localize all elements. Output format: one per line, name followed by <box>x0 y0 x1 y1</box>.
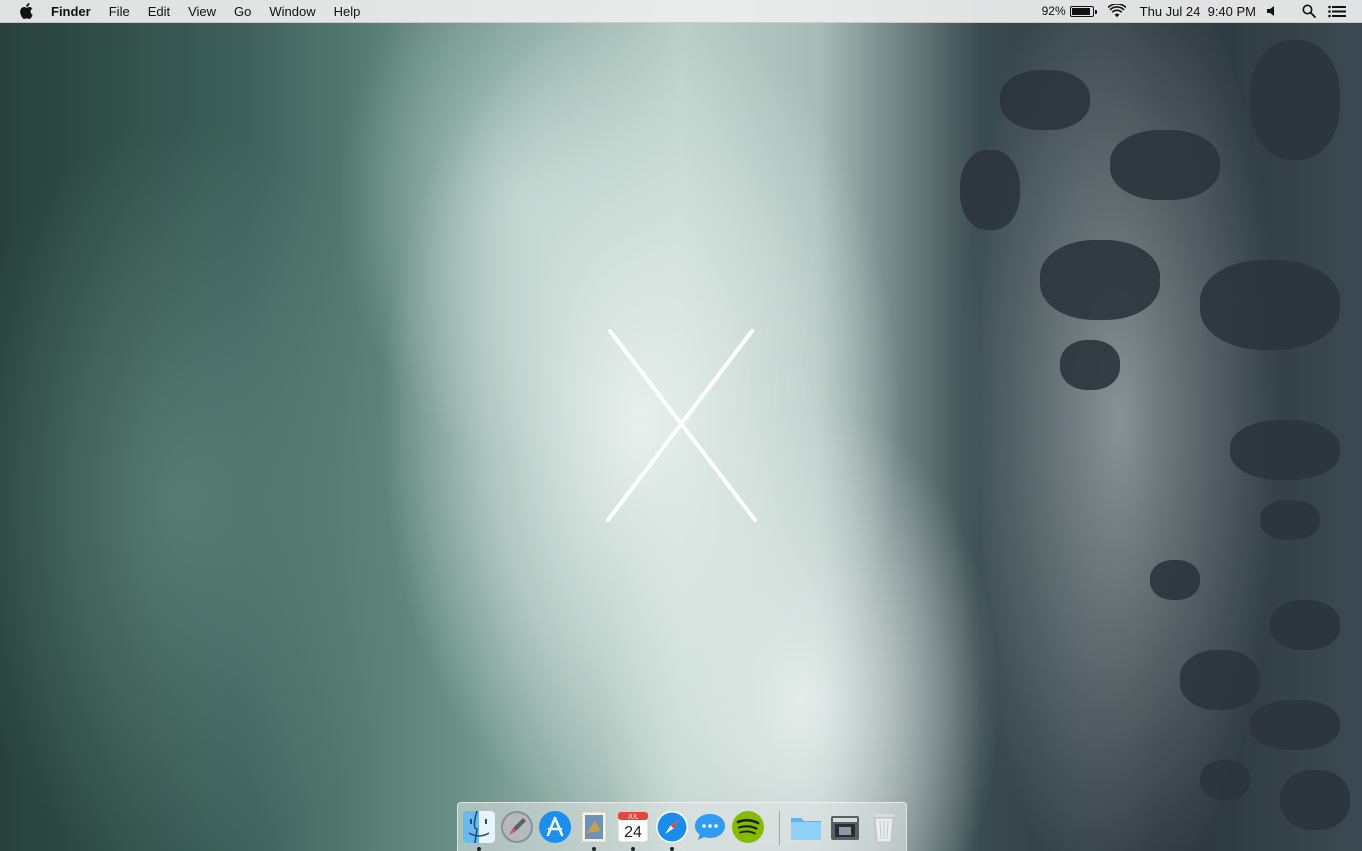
finder-running-indicator <box>477 847 481 851</box>
spotify-icon[interactable] <box>730 809 766 845</box>
desktop-wallpaper <box>0 0 1362 851</box>
menu-view[interactable]: View <box>188 4 216 19</box>
image-capture-icon[interactable] <box>827 809 863 845</box>
safari-icon[interactable] <box>654 809 690 845</box>
speaker-icon[interactable] <box>1266 5 1278 17</box>
mail-stamp-icon[interactable] <box>576 809 612 845</box>
calendar-running-indicator <box>631 847 635 851</box>
clock[interactable]: Thu Jul 24 9:40 PM <box>1140 4 1256 19</box>
finder-icon[interactable] <box>461 809 497 845</box>
osx-x-logo <box>606 329 757 522</box>
mail-running-indicator <box>592 847 596 851</box>
menu-go[interactable]: Go <box>234 4 251 19</box>
menu-window[interactable]: Window <box>269 4 315 19</box>
calendar-day: 24 <box>624 824 642 841</box>
menu-edit[interactable]: Edit <box>148 4 170 19</box>
menu-bar: Finder File Edit View Go Window Help 92%… <box>0 0 1362 23</box>
app-store-icon[interactable] <box>537 809 573 845</box>
list-icon[interactable] <box>1328 5 1346 18</box>
calendar-month: JUL <box>628 815 639 821</box>
battery-icon[interactable] <box>1069 5 1097 17</box>
wifi-icon[interactable] <box>1107 4 1126 18</box>
magnifying-glass-icon[interactable] <box>1302 4 1316 18</box>
status-menus: 92% Thu Jul 24 9:40 PM <box>1042 0 1362 22</box>
dock: JUL 24 <box>457 802 907 851</box>
launchpad-icon[interactable] <box>499 809 535 845</box>
folder-icon[interactable] <box>788 809 824 845</box>
battery-percent[interactable]: 92% <box>1042 4 1066 18</box>
messages-icon[interactable] <box>692 809 728 845</box>
menu-help[interactable]: Help <box>334 4 361 19</box>
apple-logo-icon[interactable] <box>19 3 33 19</box>
dock-separator <box>779 811 780 845</box>
menu-file[interactable]: File <box>109 4 130 19</box>
trash-icon[interactable] <box>866 809 902 845</box>
menu-app-name[interactable]: Finder <box>51 4 91 19</box>
calendar-icon[interactable]: JUL 24 <box>615 809 651 845</box>
safari-running-indicator <box>670 847 674 851</box>
